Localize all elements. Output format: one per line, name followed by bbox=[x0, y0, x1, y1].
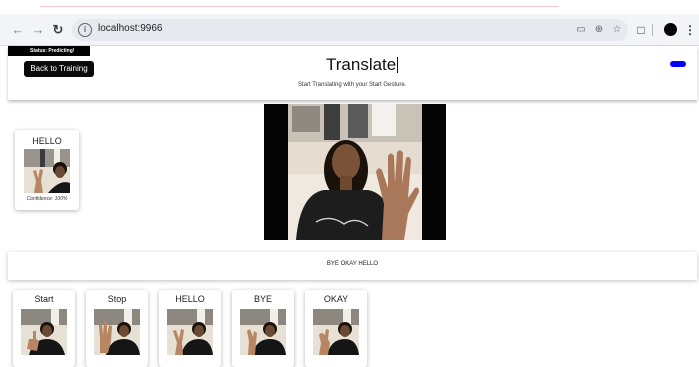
translated-sentence: BYE OKAY HELLO bbox=[326, 261, 379, 267]
prediction-card: HELLO Confidence: 100% bbox=[15, 130, 79, 210]
url-text[interactable]: localhost:9966 bbox=[98, 23, 163, 34]
window-top-strip bbox=[0, 0, 699, 14]
gesture-card-okay[interactable]: OKAY bbox=[305, 290, 367, 367]
page-title-text: Translate bbox=[326, 55, 397, 74]
gesture-thumbnail bbox=[94, 309, 140, 355]
gesture-thumbnail bbox=[240, 309, 286, 355]
gesture-thumbnail bbox=[313, 309, 359, 355]
text-caret bbox=[397, 57, 399, 73]
reload-icon[interactable]: ↻ bbox=[48, 20, 68, 40]
webcam-feed bbox=[264, 104, 446, 240]
back-arrow-icon[interactable]: ← bbox=[8, 20, 28, 40]
toolbar-separator bbox=[652, 24, 653, 36]
gesture-card-stop[interactable]: Stop bbox=[86, 290, 148, 367]
gesture-label: OKAY bbox=[323, 294, 349, 304]
prediction-label: HELLO bbox=[32, 136, 62, 146]
status-indicator-pill bbox=[670, 61, 686, 67]
gesture-card-hello[interactable]: HELLO bbox=[159, 290, 221, 367]
extensions-icon[interactable]: □ bbox=[632, 20, 650, 40]
menu-kebab-icon[interactable]: ⋮ bbox=[681, 20, 699, 40]
address-bar[interactable]: i localhost:9966 ▭ ⊕ ☆ bbox=[72, 19, 628, 41]
status-badge: Status: Predicting! bbox=[8, 46, 90, 56]
gesture-card-bye[interactable]: BYE bbox=[232, 290, 294, 367]
tab-indicator-line bbox=[40, 6, 559, 7]
sentence-output-card: BYE OKAY HELLO bbox=[8, 252, 697, 280]
bookmark-star-icon[interactable]: ☆ bbox=[610, 23, 624, 37]
gesture-thumbnail bbox=[21, 309, 67, 355]
gesture-card-start[interactable]: Start bbox=[13, 290, 75, 367]
gesture-label: HELLO bbox=[175, 294, 205, 304]
gesture-thumbnail bbox=[167, 309, 213, 355]
gesture-label: BYE bbox=[253, 294, 272, 304]
page-subtitle: Start Translating with your Start Gestur… bbox=[298, 82, 407, 88]
back-to-training-button[interactable]: Back to Training bbox=[24, 61, 94, 77]
prediction-thumbnail bbox=[24, 149, 70, 193]
browser-toolbar: ← → ↻ i localhost:9966 ▭ ⊕ ☆ □ ⋮ bbox=[0, 14, 699, 46]
webcam-video bbox=[264, 104, 446, 240]
site-info-icon[interactable]: i bbox=[78, 23, 92, 37]
profile-avatar[interactable] bbox=[664, 23, 677, 36]
gesture-label: Stop bbox=[107, 294, 127, 304]
forward-arrow-icon[interactable]: → bbox=[28, 20, 48, 40]
gesture-label: Start bbox=[34, 294, 54, 304]
zoom-icon[interactable]: ⊕ bbox=[592, 23, 606, 37]
page-title: Translate bbox=[326, 55, 399, 75]
cast-icon[interactable]: ▭ bbox=[574, 23, 588, 37]
app-header: Status: Predicting! Back to Training Tra… bbox=[8, 46, 697, 100]
confidence-text: Confidence: 100% bbox=[26, 196, 68, 202]
